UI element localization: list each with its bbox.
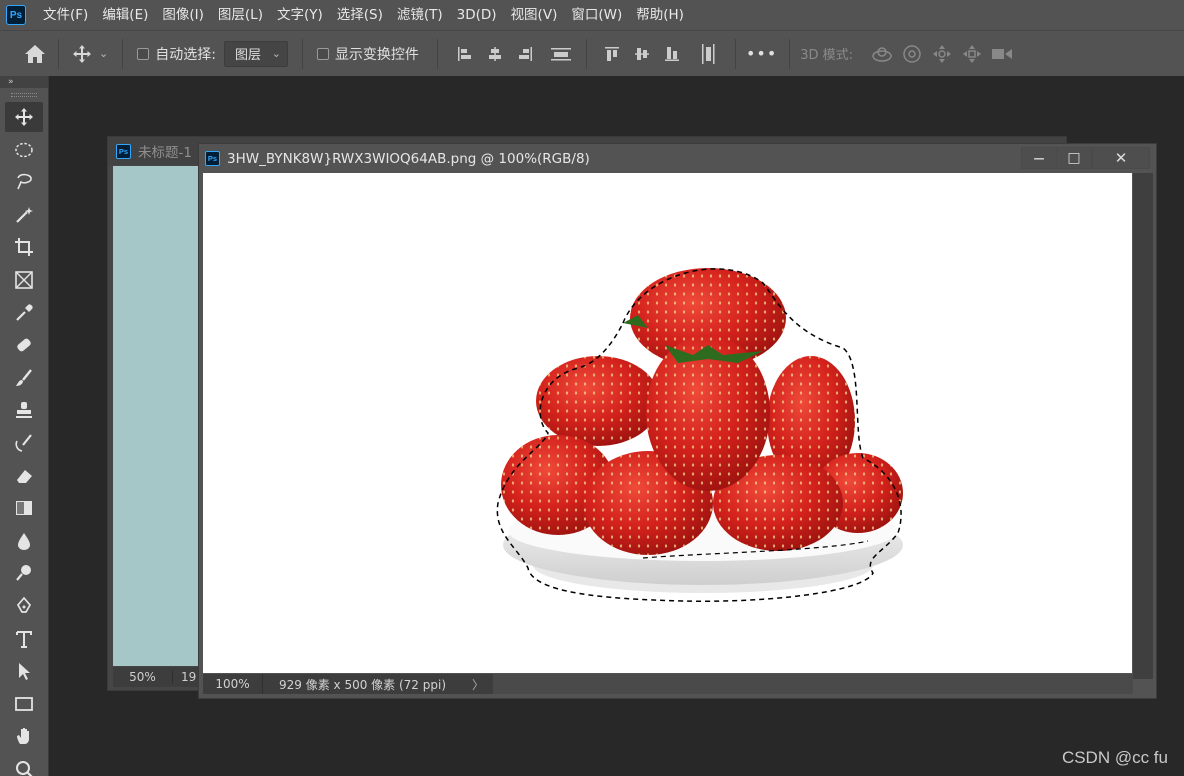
3d-camera-icon[interactable]	[987, 39, 1017, 69]
document-title: 3HW_BYNK8W}RWX3WIOQ64AB.png @ 100%(RGB/8…	[227, 150, 590, 167]
eraser-tool-icon[interactable]	[5, 461, 43, 491]
menu-item[interactable]: 图像(I)	[155, 0, 211, 30]
tools-panel-grip[interactable]	[0, 88, 48, 102]
document-info: 19	[181, 670, 197, 684]
close-button[interactable]: ✕	[1092, 147, 1150, 169]
options-bar: ⌄ 自动选择: 图层 ⌄ 显示变换控件 ••• 3D 模式:	[0, 30, 1184, 76]
auto-select-label: 自动选择:	[155, 46, 216, 63]
document-title: 未标题-1	[138, 145, 192, 161]
3d-roll-icon[interactable]	[897, 39, 927, 69]
menu-item[interactable]: 帮助(H)	[629, 0, 691, 30]
menu-item[interactable]: 编辑(E)	[95, 0, 155, 30]
menu-item[interactable]: 窗口(W)	[564, 0, 629, 30]
menu-item[interactable]: 滤镜(T)	[390, 0, 450, 30]
clone-stamp-tool-icon[interactable]	[5, 395, 43, 425]
history-brush-tool-icon[interactable]	[5, 428, 43, 458]
menu-bar: Ps 文件(F) 编辑(E) 图像(I) 图层(L) 文字(Y) 选择(S) 滤镜(T) 3D…	[0, 0, 1184, 30]
close-icon: ✕	[1114, 149, 1128, 167]
align-left-icon[interactable]	[450, 39, 480, 69]
dodge-tool-icon[interactable]	[5, 558, 43, 588]
divider	[58, 38, 59, 69]
path-selection-tool-icon[interactable]	[5, 656, 43, 686]
menu-item[interactable]: 视图(V)	[504, 0, 565, 30]
divider	[301, 38, 303, 69]
document-window-strawberry[interactable]: Ps 3HW_BYNK8W}RWX3WIOQ64AB.png @ 100%(RG…	[198, 143, 1157, 699]
3d-orbit-icon[interactable]	[867, 39, 897, 69]
menu-item[interactable]: 图层(L)	[211, 0, 270, 30]
align-bottom-icon[interactable]	[657, 39, 687, 69]
photoshop-logo: Ps	[6, 5, 26, 25]
auto-select-dropdown[interactable]: 图层 ⌄	[223, 40, 288, 67]
strawberry-image	[496, 268, 903, 602]
align-top-icon[interactable]	[597, 39, 627, 69]
3d-pan-icon[interactable]	[927, 39, 957, 69]
menu-item[interactable]: 文字(Y)	[270, 0, 330, 30]
show-transform-label: 显示变换控件	[334, 46, 419, 63]
crop-tool-icon[interactable]	[5, 232, 43, 262]
zoom-level[interactable]: 100%	[203, 674, 263, 694]
auto-select-checkbox[interactable]	[137, 47, 150, 60]
marquee-tool-icon[interactable]	[5, 135, 43, 165]
canvas[interactable]	[113, 166, 199, 666]
tools-panel-collapse[interactable]: »	[0, 76, 48, 88]
minimize-button[interactable]: —	[1021, 147, 1057, 169]
divider	[789, 38, 791, 69]
divider	[122, 38, 124, 69]
rectangle-tool-icon[interactable]	[5, 689, 43, 719]
show-transform-checkbox[interactable]	[316, 47, 329, 60]
tools-panel: »	[0, 76, 49, 776]
move-tool-icon[interactable]	[5, 102, 43, 132]
watermark: CSDN @cc fu	[1061, 748, 1168, 767]
align-middle-v-icon[interactable]	[627, 39, 657, 69]
align-right-icon[interactable]	[510, 39, 540, 69]
gradient-tool-icon[interactable]	[5, 493, 43, 523]
blur-tool-icon[interactable]	[5, 526, 43, 556]
menu-item[interactable]: 文件(F)	[36, 0, 95, 30]
distribute-vertical-icon[interactable]	[693, 39, 723, 69]
move-tool-preset-icon[interactable]	[67, 39, 97, 69]
distribute-icon[interactable]	[546, 39, 576, 69]
more-options-button[interactable]: •••	[746, 44, 777, 63]
menu-item[interactable]: 选择(S)	[330, 0, 390, 30]
hand-tool-icon[interactable]	[5, 721, 43, 751]
canvas[interactable]	[203, 173, 1132, 673]
vertical-scrollbar[interactable]	[1133, 173, 1153, 679]
status-bar: 50% 19	[113, 667, 203, 687]
magic-wand-tool-icon[interactable]	[5, 200, 43, 230]
document-dimensions: 929 像素 x 500 像素 (72 ppi)	[279, 677, 446, 692]
document-title-bar[interactable]: Ps 3HW_BYNK8W}RWX3WIOQ64AB.png @ 100%(RG…	[199, 144, 1156, 173]
ps-document-icon: Ps	[205, 151, 220, 166]
zoom-level[interactable]: 50%	[113, 670, 173, 684]
maximize-button[interactable]: □	[1056, 147, 1092, 169]
chevron-down-icon[interactable]: ⌄	[99, 47, 108, 60]
brush-tool-icon[interactable]	[5, 363, 43, 393]
lasso-tool-icon[interactable]	[5, 167, 43, 197]
healing-brush-tool-icon[interactable]	[5, 330, 43, 360]
3d-mode-label: 3D 模式:	[800, 48, 854, 63]
maximize-icon: □	[1067, 150, 1081, 166]
eyedropper-tool-icon[interactable]	[5, 298, 43, 328]
divider	[436, 38, 438, 69]
horizontal-scrollbar[interactable]	[493, 674, 1133, 694]
status-menu-arrow[interactable]: 〉	[468, 676, 488, 693]
align-center-h-icon[interactable]	[480, 39, 510, 69]
chevron-down-icon: ⌄	[271, 47, 281, 60]
home-icon[interactable]	[20, 39, 50, 69]
zoom-tool-icon[interactable]	[5, 754, 43, 776]
status-bar: 100% 929 像素 x 500 像素 (72 ppi) 〉	[203, 674, 493, 694]
3d-slide-icon[interactable]	[957, 39, 987, 69]
auto-select-value: 图层	[234, 48, 261, 63]
frame-tool-icon[interactable]	[5, 265, 43, 295]
pen-tool-icon[interactable]	[5, 591, 43, 621]
divider	[585, 38, 587, 69]
ps-document-icon: Ps	[116, 143, 131, 159]
menu-item[interactable]: 3D(D)	[450, 0, 504, 30]
minimize-icon: —	[1033, 151, 1045, 165]
divider	[734, 38, 736, 69]
type-tool-icon[interactable]	[5, 624, 43, 654]
